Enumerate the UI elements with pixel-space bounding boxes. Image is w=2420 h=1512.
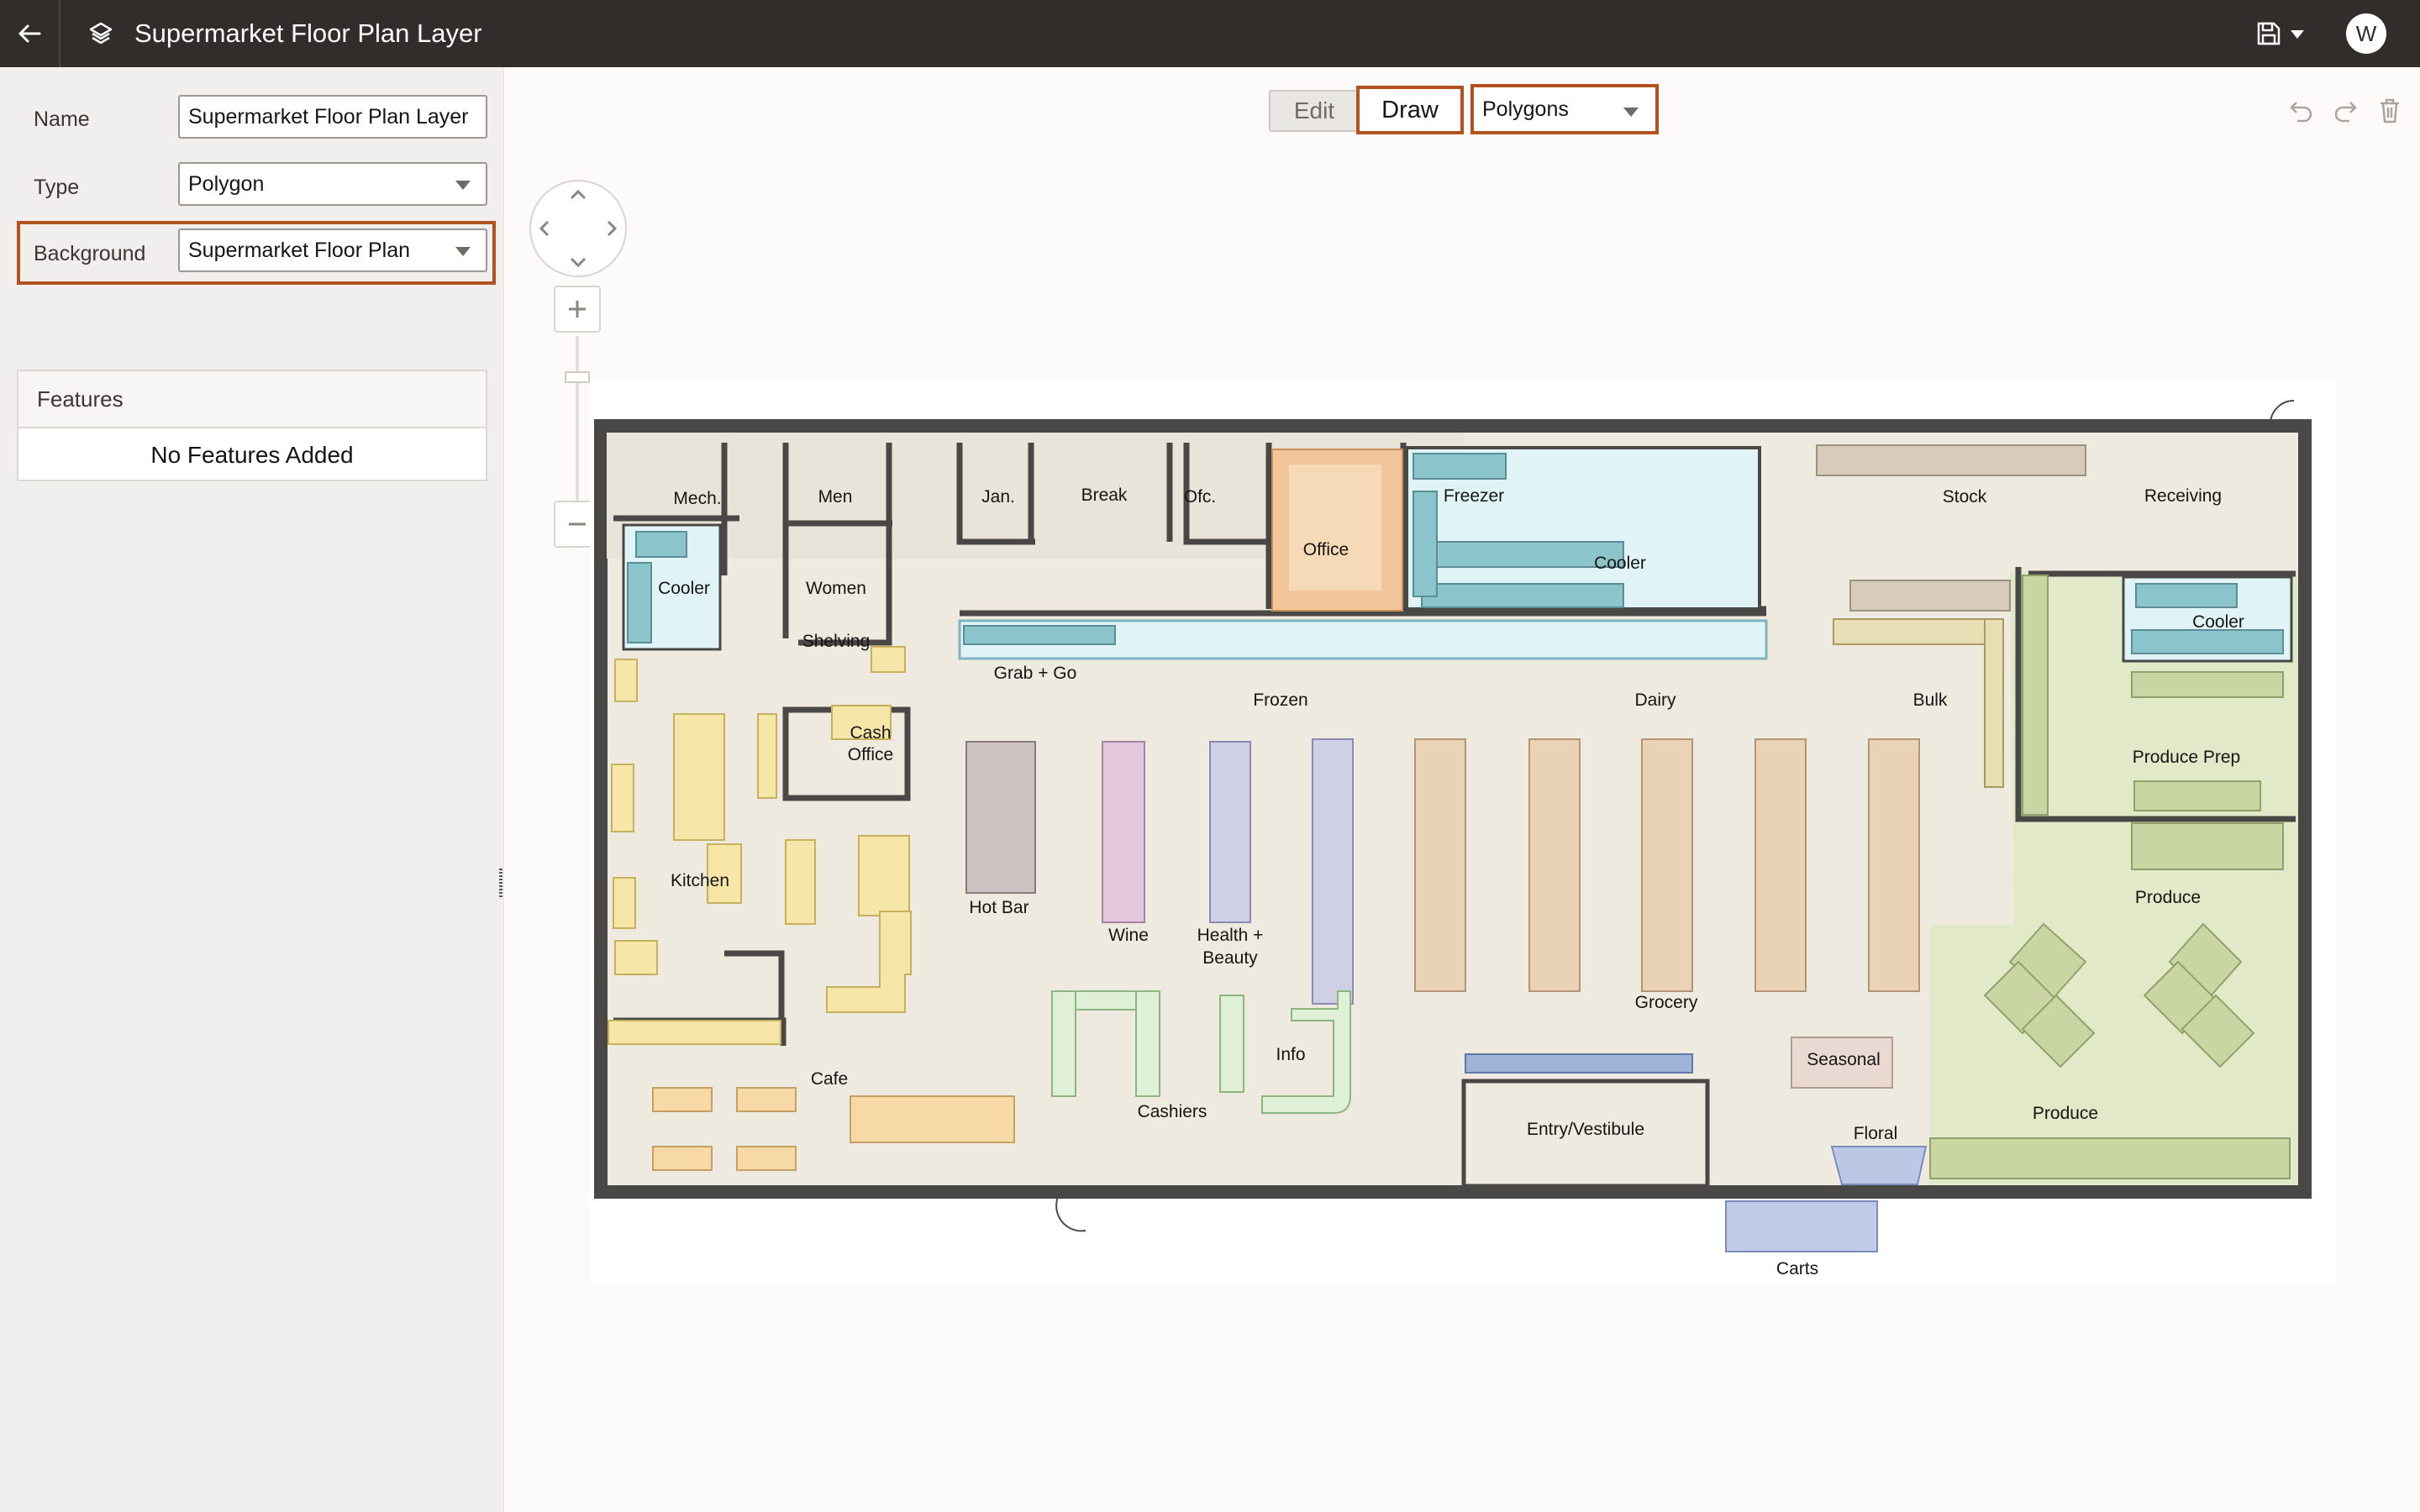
zoom-slider-track[interactable] <box>576 336 579 504</box>
svg-text:Floral: Floral <box>1854 1124 1898 1143</box>
svg-text:Office: Office <box>1303 540 1349 559</box>
name-input[interactable] <box>178 95 487 139</box>
svg-text:Seasonal: Seasonal <box>1807 1050 1881 1069</box>
shape-type-select[interactable]: Polygons <box>1470 84 1659 134</box>
type-select-value: Polygon <box>188 172 265 196</box>
name-label: Name <box>34 108 90 131</box>
svg-text:Jan.: Jan. <box>981 487 1015 507</box>
svg-text:Cooler: Cooler <box>2192 612 2244 632</box>
plus-icon <box>569 301 586 318</box>
svg-text:Beauty: Beauty <box>1202 948 1258 968</box>
edit-mode-button[interactable]: Edit <box>1269 90 1360 132</box>
svg-text:Men: Men <box>818 487 853 507</box>
features-empty-message: No Features Added <box>150 442 354 468</box>
shape-type-value: Polygons <box>1482 97 1569 121</box>
svg-text:Cooler: Cooler <box>1594 554 1646 573</box>
svg-text:Cash: Cash <box>850 723 891 743</box>
svg-text:Women: Women <box>806 579 866 598</box>
svg-text:Grab + Go: Grab + Go <box>994 664 1077 683</box>
draw-mode-button[interactable]: Draw <box>1356 86 1464 134</box>
chevron-down-icon <box>1623 108 1639 117</box>
background-label: Background <box>34 242 146 265</box>
svg-text:Break: Break <box>1081 486 1128 505</box>
zoom-in-button[interactable] <box>554 286 601 333</box>
redo-icon[interactable] <box>2331 96 2361 126</box>
svg-text:Produce: Produce <box>2135 888 2201 907</box>
svg-text:Bulk: Bulk <box>1913 690 1948 710</box>
chevron-down-icon <box>455 181 471 190</box>
layers-icon <box>89 22 113 45</box>
svg-text:Grocery: Grocery <box>1635 993 1698 1012</box>
svg-text:Wine: Wine <box>1108 926 1149 945</box>
back-button[interactable] <box>0 0 60 67</box>
layer-properties-panel: Name Type Polygon Background Supermarket… <box>0 67 504 1512</box>
user-avatar[interactable]: W <box>2346 13 2386 54</box>
svg-text:Carts: Carts <box>1776 1259 1818 1278</box>
save-menu-button[interactable] <box>2252 17 2311 50</box>
type-select[interactable]: Polygon <box>178 162 487 206</box>
svg-text:Kitchen: Kitchen <box>671 871 729 890</box>
svg-text:Cafe: Cafe <box>811 1069 848 1089</box>
app-header: Supermarket Floor Plan Layer W <box>0 0 2420 67</box>
pan-control[interactable] <box>529 180 627 277</box>
svg-text:Produce Prep: Produce Prep <box>2133 748 2240 767</box>
type-label: Type <box>34 176 80 199</box>
background-select[interactable]: Supermarket Floor Plan <box>178 228 487 272</box>
svg-text:Health +: Health + <box>1197 926 1264 945</box>
svg-text:Shelving: Shelving <box>802 632 871 651</box>
svg-text:Office: Office <box>848 745 893 764</box>
back-arrow-icon <box>18 24 41 43</box>
undo-icon[interactable] <box>2286 96 2316 126</box>
svg-text:Produce: Produce <box>2033 1104 2098 1123</box>
save-icon <box>2257 22 2304 45</box>
trash-icon[interactable] <box>2375 96 2405 126</box>
svg-text:Receiving: Receiving <box>2144 486 2222 506</box>
svg-text:Freezer: Freezer <box>1444 486 1504 506</box>
svg-text:Hot Bar: Hot Bar <box>969 898 1028 917</box>
svg-text:Entry/Vestibule: Entry/Vestibule <box>1527 1120 1644 1139</box>
chevron-down-icon <box>455 247 471 256</box>
background-select-value: Supermarket Floor Plan <box>188 239 411 262</box>
features-header: Features <box>18 371 486 428</box>
floor-plan-canvas[interactable]: Mech. Men Jan. Break Ofc. Office Freezer… <box>590 382 2336 1283</box>
panel-resize-handle[interactable] <box>499 869 502 897</box>
svg-text:Dairy: Dairy <box>1634 690 1676 710</box>
floor-plan-image: Mech. Men Jan. Break Ofc. Office Freezer… <box>594 399 2312 1278</box>
svg-text:Cooler: Cooler <box>658 579 710 598</box>
svg-text:Info: Info <box>1276 1045 1305 1064</box>
zoom-slider-handle[interactable] <box>565 371 590 383</box>
svg-text:Frozen: Frozen <box>1253 690 1307 710</box>
svg-text:Mech.: Mech. <box>673 489 721 508</box>
pan-arrows-icon <box>539 189 618 268</box>
svg-text:Ofc.: Ofc. <box>1184 487 1217 507</box>
svg-text:Cashiers: Cashiers <box>1138 1102 1207 1121</box>
features-panel: Features No Features Added <box>17 370 487 481</box>
page-title: Supermarket Floor Plan Layer <box>134 18 482 48</box>
svg-text:Stock: Stock <box>1943 487 1987 507</box>
